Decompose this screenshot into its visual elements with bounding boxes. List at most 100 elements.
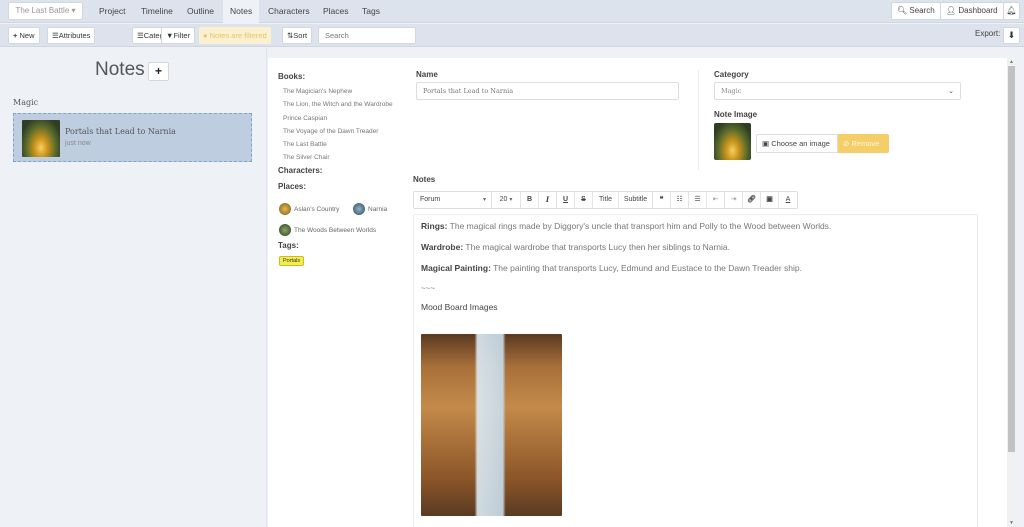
- bullet-list-button[interactable]: ☰: [689, 192, 707, 208]
- book-item[interactable]: The Last Battle: [283, 138, 408, 151]
- filter-label: Filter: [173, 31, 191, 40]
- ban-icon: ⊘: [843, 139, 850, 148]
- bullet-list-icon: ☰: [694, 196, 701, 203]
- note-image-label: Note Image: [714, 110, 758, 119]
- caret-down-icon: ▾: [71, 6, 76, 15]
- tab-characters[interactable]: Characters: [261, 0, 317, 23]
- note-image: [714, 123, 751, 160]
- choose-image-button[interactable]: ▣ Choose an image: [756, 134, 838, 153]
- notes-label: Notes: [413, 175, 436, 184]
- place-avatar: [353, 203, 365, 215]
- ordered-list-button[interactable]: ☷: [671, 192, 689, 208]
- place-avatar: [279, 203, 291, 215]
- outdent-button[interactable]: ⇤: [707, 192, 725, 208]
- underline-button[interactable]: U: [557, 192, 575, 208]
- dashboard-button[interactable]: 👤︎ Dashboard: [940, 2, 1004, 20]
- editor-toolbar: Forum ▾ 20 ▾ B I U S Title Subtitle ❝ ☷ ☰…: [413, 191, 798, 209]
- filtered-notice-text: Notes are filtered: [209, 31, 267, 40]
- font-select[interactable]: Forum ▾: [414, 192, 492, 208]
- name-input[interactable]: [416, 82, 679, 100]
- chevron-down-icon: ⌄: [948, 87, 954, 95]
- characters-heading: Characters:: [278, 165, 323, 175]
- book-item[interactable]: The Voyage of the Dawn Treader: [283, 125, 408, 138]
- place-item[interactable]: The Woods Between Worlds: [279, 224, 376, 236]
- place-item[interactable]: Narnia: [353, 203, 387, 215]
- book-item[interactable]: Prince Caspian: [283, 112, 408, 125]
- tab-project[interactable]: Project: [92, 0, 132, 23]
- blockquote-button[interactable]: ❝: [653, 192, 671, 208]
- notifications-button[interactable]: 🔔︎: [1003, 2, 1020, 20]
- editor-separator: ~~~: [421, 284, 436, 293]
- title-button[interactable]: Title: [593, 192, 619, 208]
- list-icon: ☰: [137, 31, 144, 40]
- column-divider: [698, 70, 699, 170]
- plus-icon: +: [154, 64, 162, 78]
- filtered-notice: ● Notes are filtered: [199, 27, 271, 44]
- bold-button[interactable]: B: [521, 192, 539, 208]
- tab-outline[interactable]: Outline: [180, 0, 221, 23]
- strikethrough-button[interactable]: S: [575, 192, 593, 208]
- category-select[interactable]: Magic ⌄: [714, 82, 961, 100]
- category-heading: Magic: [13, 98, 39, 107]
- indent-button[interactable]: ⇥: [725, 192, 743, 208]
- book-item[interactable]: The Magician's Nephew: [283, 85, 408, 98]
- paragraph-term: Wardrobe:: [421, 242, 464, 252]
- paragraph-term: Rings:: [421, 221, 448, 231]
- tab-tags[interactable]: Tags: [355, 0, 387, 23]
- mood-board-image: [421, 334, 562, 516]
- search-button[interactable]: 🔍︎ Search: [891, 2, 941, 20]
- sort-button[interactable]: ⇅Sort: [282, 27, 313, 44]
- subtitle-button[interactable]: Subtitle: [619, 192, 653, 208]
- add-note-button[interactable]: +: [148, 62, 169, 81]
- paragraph-text: The magical rings made by Diggory's uncl…: [447, 221, 832, 231]
- note-thumbnail: [22, 120, 60, 157]
- books-heading: Books:: [278, 72, 306, 81]
- text-color-button[interactable]: A: [779, 192, 797, 208]
- link-button[interactable]: 🔗︎: [743, 192, 761, 208]
- scroll-up-icon[interactable]: ▲: [1007, 58, 1016, 66]
- place-item[interactable]: Aslan's Country: [279, 203, 339, 215]
- tab-timeline[interactable]: Timeline: [134, 0, 180, 23]
- remove-image-button[interactable]: ⊘ Remove: [838, 134, 889, 153]
- size-select[interactable]: 20 ▾: [492, 192, 521, 208]
- project-selector[interactable]: The Last Battle ▾: [8, 2, 83, 20]
- scrollbar-thumb[interactable]: [1008, 66, 1015, 452]
- book-item[interactable]: The Lion, the Witch and the Wardrobe: [283, 98, 408, 111]
- quote-icon: ❝: [659, 196, 664, 203]
- attributes-button[interactable]: ☰Attributes: [47, 27, 96, 44]
- new-note-button[interactable]: + New: [8, 27, 40, 44]
- place-name: Aslan's Country: [294, 205, 340, 213]
- caret-down-icon: ▾: [482, 197, 486, 203]
- indent-icon: ⇥: [730, 196, 737, 203]
- name-label: Name: [416, 70, 438, 79]
- insert-image-button[interactable]: ▣: [761, 192, 779, 208]
- notes-toolbar: + New ☰Attributes ☰Categories ▼Filter ● …: [0, 24, 1024, 47]
- note-card-time: just now: [65, 140, 91, 147]
- search-icon: 🔍︎: [897, 6, 908, 15]
- remove-image-label: Remove: [851, 139, 880, 148]
- tab-places[interactable]: Places: [316, 0, 356, 23]
- book-item[interactable]: The Silver Chair: [283, 151, 408, 164]
- size-value: 20: [499, 196, 508, 203]
- tag-badge[interactable]: Portals: [279, 256, 305, 266]
- filter-button[interactable]: ▼Filter: [161, 27, 196, 44]
- tab-notes[interactable]: Notes: [223, 0, 260, 23]
- italic-button[interactable]: I: [539, 192, 557, 208]
- plus-icon: +: [13, 31, 18, 40]
- notes-editor[interactable]: Rings: The magical rings made by Diggory…: [413, 214, 978, 527]
- place-name: The Woods Between Worlds: [294, 226, 377, 234]
- export-icon: ⬇: [1007, 30, 1016, 40]
- sort-label: Sort: [293, 31, 308, 40]
- note-card[interactable]: Portals that Lead to Narnia just now: [13, 113, 252, 162]
- text-color-icon: A: [785, 196, 791, 203]
- export-label: Export:: [975, 29, 1001, 38]
- editor-paragraph: Rings: The magical rings made by Diggory…: [421, 221, 970, 232]
- outdent-icon: ⇤: [712, 196, 719, 203]
- scroll-down-icon[interactable]: ▼: [1007, 519, 1016, 527]
- bold-icon: B: [526, 196, 533, 203]
- list-icon: ☰: [52, 31, 59, 40]
- export-button[interactable]: ⬇: [1003, 27, 1020, 44]
- link-icon: 🔗︎: [747, 196, 756, 203]
- search-input[interactable]: [318, 27, 416, 44]
- note-links: Books: The Magician's Nephew The Lion, t…: [278, 72, 408, 191]
